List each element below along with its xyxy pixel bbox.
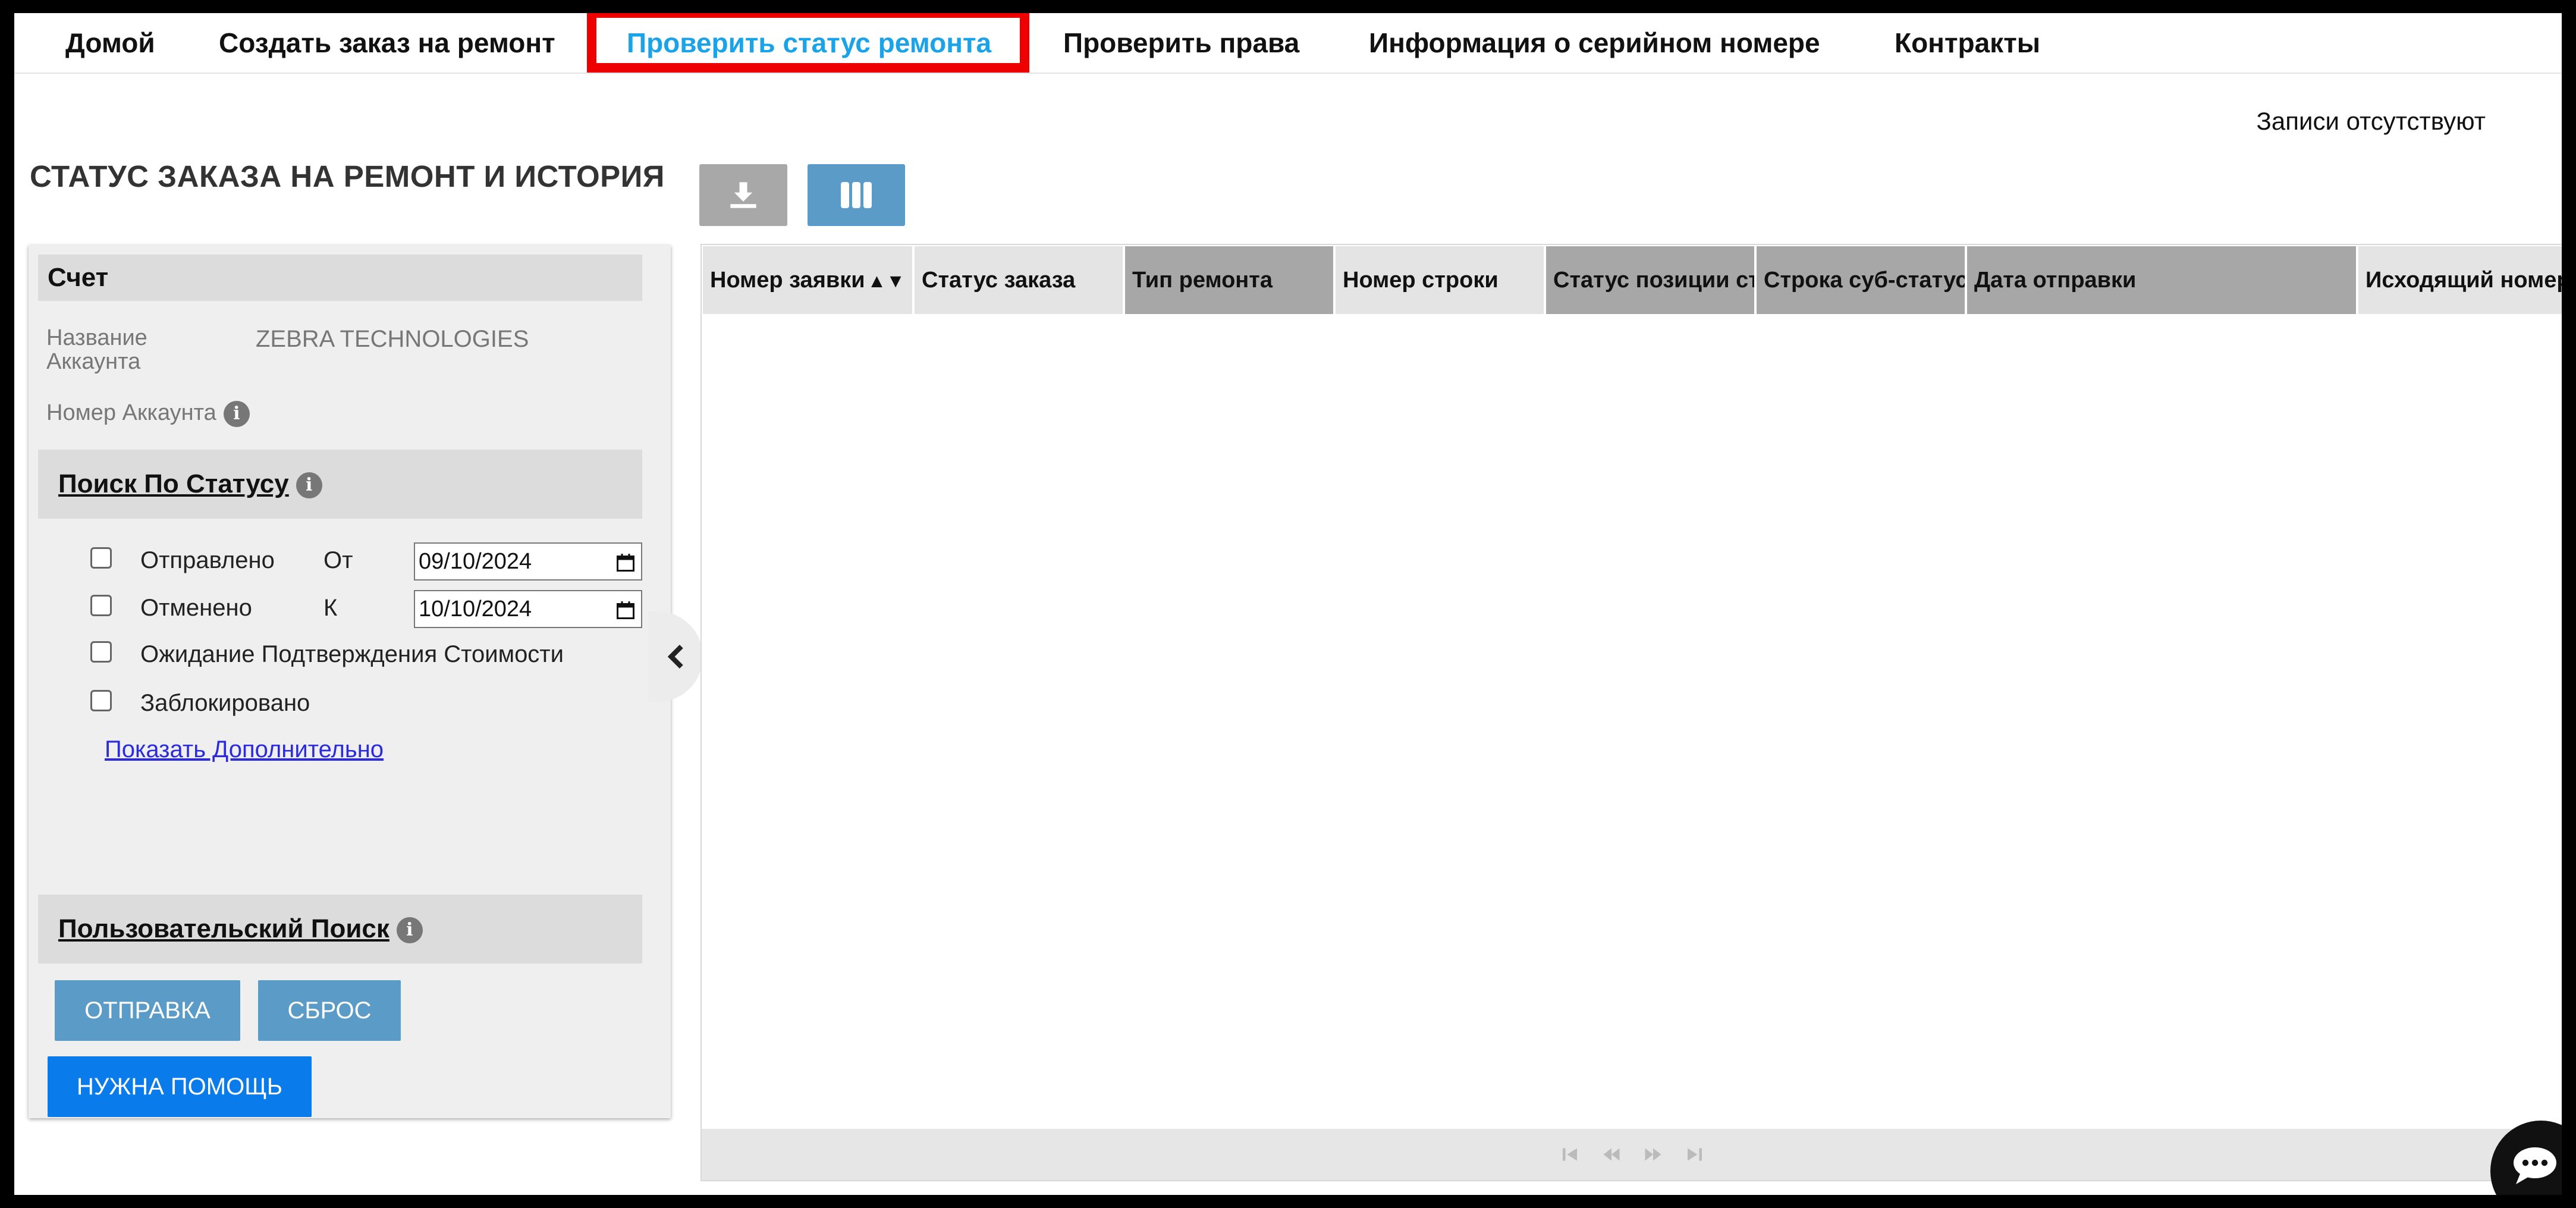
filter-panel: Счет Название Аккаунта ZEBRA TECHNOLOGIE… xyxy=(29,245,671,1118)
columns-button[interactable] xyxy=(808,164,905,226)
checkbox-cancelled-label: Отменено xyxy=(140,595,252,621)
app-window: Домой Создать заказ на ремонт Проверить … xyxy=(14,13,2562,1195)
checkbox-sent[interactable] xyxy=(90,547,112,569)
date-to-input[interactable]: 10/10/2024 xyxy=(414,590,642,628)
info-icon[interactable]: i xyxy=(223,401,250,427)
columns-icon xyxy=(841,182,872,208)
date-to-label: К xyxy=(323,595,338,621)
need-help-button[interactable]: НУЖНА ПОМОЩЬ xyxy=(48,1056,312,1117)
column-label: Исходящий номер xyxy=(2365,268,2562,293)
checkbox-cancelled[interactable] xyxy=(90,595,112,616)
info-icon[interactable]: i xyxy=(296,472,322,499)
account-name-value: ZEBRA TECHNOLOGIES xyxy=(256,326,529,352)
date-to-value: 10/10/2024 xyxy=(419,597,532,622)
account-number-row: Номер Аккаунта i xyxy=(46,401,250,427)
nav-home[interactable]: Домой xyxy=(65,13,155,73)
chat-icon xyxy=(2514,1147,2556,1184)
checkbox-blocked[interactable] xyxy=(90,690,112,711)
column-header-sub-status-line[interactable]: Строка суб-статуса xyxy=(1757,246,1967,314)
sort-icon[interactable]: ▲▼ xyxy=(868,270,905,291)
column-label: Номер заявки xyxy=(710,268,865,293)
next-page-icon[interactable] xyxy=(1644,1146,1662,1163)
column-header-outbound-number[interactable]: Исходящий номер xyxy=(2358,246,2562,314)
checkbox-sent-label: Отправлено xyxy=(140,547,275,573)
reset-button[interactable]: СБРОС xyxy=(258,980,401,1041)
grid-pager xyxy=(702,1129,2562,1180)
column-header-order-status[interactable]: Статус заказа xyxy=(915,246,1125,314)
calendar-icon[interactable] xyxy=(615,600,636,621)
checkbox-awaiting-quote[interactable] xyxy=(90,641,112,663)
column-label: Статус заказа xyxy=(922,268,1076,293)
show-more-link[interactable]: Показать Дополнительно xyxy=(105,736,384,763)
custom-search-title[interactable]: Пользовательский Поиск xyxy=(58,914,389,943)
nav-contracts[interactable]: Контракты xyxy=(1895,13,2040,73)
page-title: СТАТУС ЗАКАЗА НА РЕМОНТ И ИСТОРИЯ xyxy=(30,159,665,193)
calendar-icon[interactable] xyxy=(615,552,636,573)
nav-check-repair-status[interactable]: Проверить статус ремонта xyxy=(627,13,991,73)
column-label: Дата отправки xyxy=(1974,268,2137,293)
previous-page-icon[interactable] xyxy=(1603,1146,1620,1163)
results-grid: Номер заявки ▲▼ Статус заказа Тип ремонта… xyxy=(700,244,2562,1181)
account-header: Счет xyxy=(38,255,642,301)
column-header-request-number[interactable]: Номер заявки ▲▼ xyxy=(703,246,915,314)
column-label: Номер строки xyxy=(1343,268,1499,293)
status-search-title[interactable]: Поиск По Статусу xyxy=(58,469,289,498)
nav-serial-number-info[interactable]: Информация о серийном номере xyxy=(1369,13,1820,73)
column-label: Тип ремонта xyxy=(1132,268,1273,293)
records-status-text: Записи отсутствуют xyxy=(2256,107,2486,135)
nav-check-entitlement[interactable]: Проверить права xyxy=(1063,13,1299,73)
column-header-repair-type[interactable]: Тип ремонта xyxy=(1125,246,1336,314)
column-label: Строка суб-статуса xyxy=(1764,268,1967,293)
account-name-label: Название Аккаунта xyxy=(46,325,147,374)
collapse-panel-button[interactable] xyxy=(648,611,703,702)
column-label: Статус позиции строки xyxy=(1553,268,1754,293)
last-page-icon[interactable] xyxy=(1686,1146,1704,1163)
download-icon xyxy=(730,182,756,208)
date-from-value: 09/10/2024 xyxy=(419,549,532,574)
column-header-ship-date[interactable]: Дата отправки xyxy=(1967,246,2358,314)
first-page-icon[interactable] xyxy=(1561,1146,1579,1163)
date-from-label: От xyxy=(323,547,353,573)
account-number-label: Номер Аккаунта xyxy=(46,400,216,426)
status-search-header: Поиск По Статусу i xyxy=(38,450,642,519)
grid-header: Номер заявки ▲▼ Статус заказа Тип ремонта… xyxy=(703,246,2562,314)
date-from-input[interactable]: 09/10/2024 xyxy=(414,542,642,581)
custom-search-header: Пользовательский Поиск i xyxy=(38,895,642,964)
download-button[interactable] xyxy=(699,164,787,226)
top-nav: Домой Создать заказ на ремонт Проверить … xyxy=(14,13,2562,74)
checkbox-awaiting-quote-label: Ожидание Подтверждения Стоимости xyxy=(140,641,564,667)
chevron-left-icon xyxy=(667,644,683,669)
column-header-line-item-status[interactable]: Статус позиции строки xyxy=(1546,246,1757,314)
nav-create-repair-order[interactable]: Создать заказ на ремонт xyxy=(219,13,555,73)
submit-button[interactable]: ОТПРАВКА xyxy=(55,980,240,1041)
column-header-line-number[interactable]: Номер строки xyxy=(1336,246,1546,314)
info-icon[interactable]: i xyxy=(396,917,423,944)
checkbox-blocked-label: Заблокировано xyxy=(140,690,310,716)
